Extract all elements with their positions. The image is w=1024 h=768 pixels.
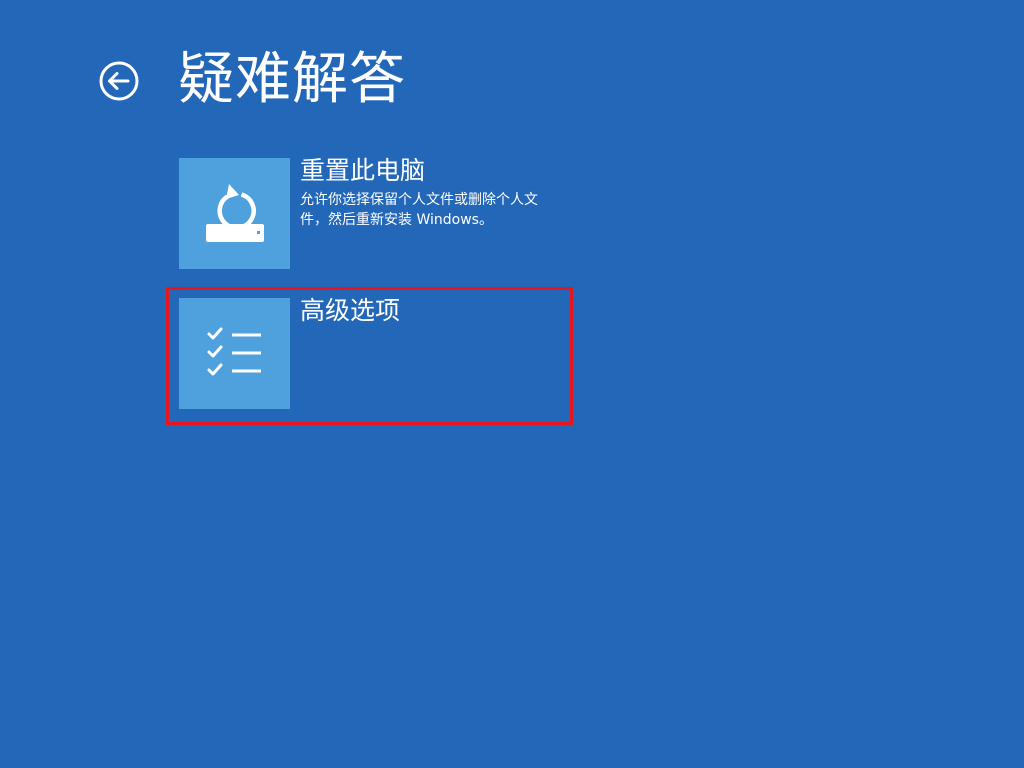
reset-pc-tile [179,158,290,269]
back-arrow-circle-icon [99,61,139,101]
reset-pc-option[interactable]: 重置此电脑 允许你选择保留个人文件或删除个人文件，然后重新安装 Windows。 [179,156,569,270]
back-button[interactable] [99,61,139,101]
advanced-options-tile [179,298,290,409]
reset-pc-title: 重置此电脑 [300,156,426,185]
checklist-icon [207,327,261,376]
advanced-options-option[interactable]: 高级选项 [179,296,569,410]
reset-pc-icon [206,184,264,242]
page-title: 疑难解答 [178,47,406,112]
advanced-options-title: 高级选项 [300,296,401,325]
reset-pc-description: 允许你选择保留个人文件或删除个人文件，然后重新安装 Windows。 [300,192,538,228]
